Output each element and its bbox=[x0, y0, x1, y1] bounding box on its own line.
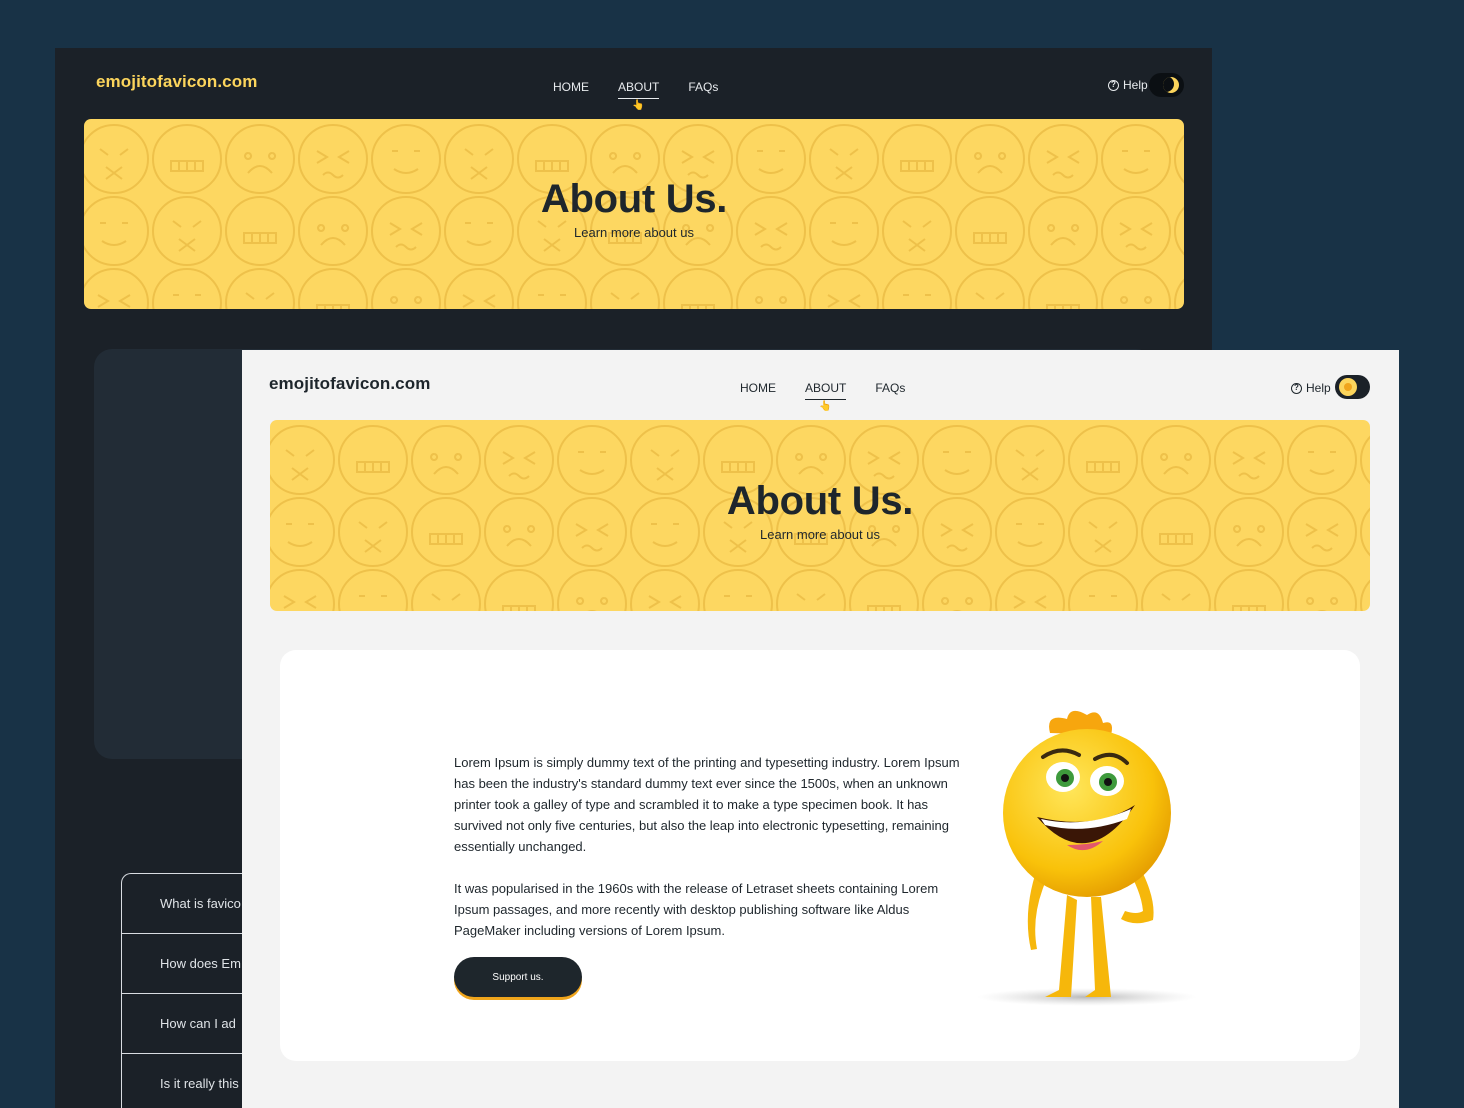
nav-about-link[interactable]: ABOUT bbox=[805, 381, 847, 400]
help-link[interactable]: ? Help bbox=[1108, 78, 1148, 92]
theme-toggle[interactable] bbox=[1149, 73, 1184, 97]
nav-home-link[interactable]: HOME bbox=[740, 381, 776, 395]
question-circle-icon: ? bbox=[1108, 79, 1119, 91]
top-nav: emojitofavicon.com HOME ABOUT FAQs 👆 ? H… bbox=[242, 350, 1399, 420]
nav-home-link[interactable]: HOME bbox=[553, 80, 589, 94]
hero-title: About Us. bbox=[540, 177, 728, 221]
hero-banner: About Us. Learn more about us bbox=[270, 420, 1370, 611]
theme-toggle[interactable] bbox=[1335, 375, 1370, 399]
site-logo[interactable]: emojitofavicon.com bbox=[96, 72, 257, 92]
nav-faqs-link[interactable]: FAQs bbox=[688, 80, 718, 94]
moon-icon bbox=[1163, 77, 1179, 93]
nav-links: HOME ABOUT FAQs bbox=[740, 381, 905, 400]
hero-subtitle: Learn more about us bbox=[574, 225, 694, 240]
about-content-card: Lorem Ipsum is simply dummy text of the … bbox=[280, 650, 1360, 1061]
hero-title: About Us. bbox=[726, 479, 914, 523]
about-paragraph: It was popularised in the 1960s with the… bbox=[454, 881, 939, 938]
nav-about-link[interactable]: ABOUT bbox=[618, 80, 660, 99]
smiley-mascot-illustration bbox=[977, 710, 1197, 1006]
hand-pointer-icon: 👆 bbox=[632, 100, 645, 111]
hand-pointer-icon: 👆 bbox=[819, 401, 832, 412]
top-nav: emojitofavicon.com HOME ABOUT FAQs 👆 ? H… bbox=[55, 48, 1212, 118]
nav-faqs-link[interactable]: FAQs bbox=[875, 381, 905, 395]
hero-subtitle: Learn more about us bbox=[760, 527, 880, 542]
nav-links: HOME ABOUT FAQs bbox=[553, 80, 718, 99]
help-label: Help bbox=[1306, 381, 1331, 395]
help-label: Help bbox=[1123, 78, 1148, 92]
sun-icon bbox=[1339, 378, 1357, 396]
light-theme-window: emojitofavicon.com HOME ABOUT FAQs 👆 ? H… bbox=[242, 350, 1399, 1108]
support-us-button[interactable]: Support us. bbox=[454, 957, 582, 997]
hero-banner: About Us. Learn more about us bbox=[84, 119, 1184, 309]
question-circle-icon: ? bbox=[1291, 382, 1302, 394]
about-paragraph: Lorem Ipsum is simply dummy text of the … bbox=[454, 755, 960, 854]
help-link[interactable]: ? Help bbox=[1291, 381, 1331, 395]
site-logo[interactable]: emojitofavicon.com bbox=[269, 374, 430, 394]
about-text: Lorem Ipsum is simply dummy text of the … bbox=[454, 752, 974, 941]
